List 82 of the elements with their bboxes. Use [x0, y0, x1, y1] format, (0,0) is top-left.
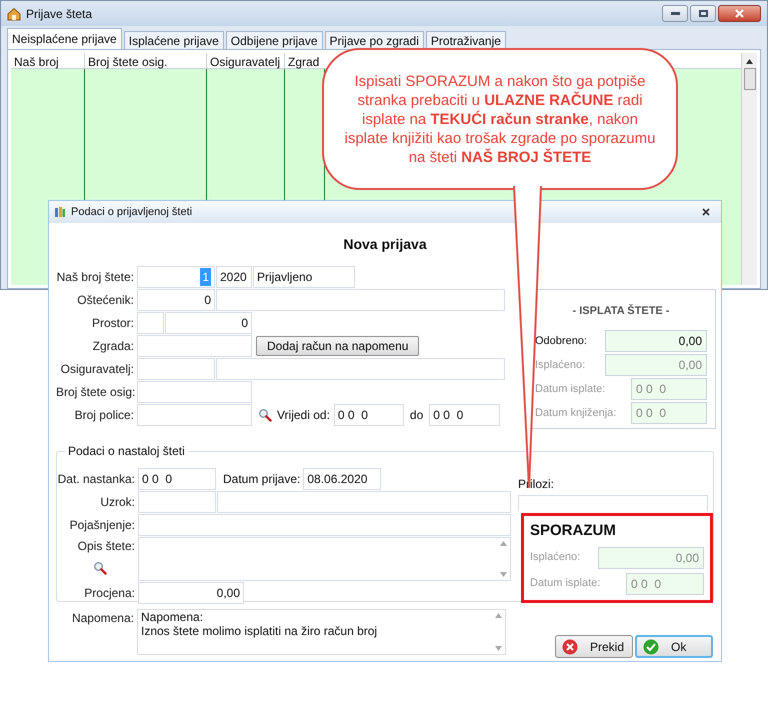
field-label: Isplaćeno:: [530, 550, 580, 566]
input-field[interactable]: 08.06.2020: [303, 468, 382, 490]
scroll-thumb[interactable]: [744, 68, 756, 90]
tab[interactable]: Prijave po zgradi: [324, 31, 424, 49]
input-field[interactable]: [137, 312, 164, 334]
scroll-down-icon[interactable]: [500, 572, 506, 577]
panel-title: - ISPLATA ŠTETE -: [572, 305, 670, 317]
field-label: Uzrok:: [99, 494, 136, 511]
column-header[interactable]: Naš broj: [11, 53, 85, 68]
field-label: Naš broj štete:: [56, 269, 135, 286]
field-label: Pojašnjenje:: [68, 517, 136, 534]
house-icon: [7, 6, 21, 20]
column-header[interactable]: Zgrad: [285, 53, 322, 68]
tab[interactable]: Neisplaćene prijave: [7, 28, 122, 49]
field-label: Datum isplate:: [530, 576, 600, 592]
scrollbar[interactable]: [741, 53, 757, 285]
tab[interactable]: Odbijene prijave: [226, 31, 323, 49]
close-icon: [702, 208, 710, 216]
minimize-button[interactable]: [662, 5, 688, 22]
field-label: Osiguravatelj:: [60, 361, 135, 378]
input-field[interactable]: 0 0 0: [138, 468, 216, 490]
input-field[interactable]: Prijavljeno: [253, 266, 355, 288]
input-field[interactable]: 0,00: [605, 330, 707, 352]
note-text-area[interactable]: Napomena: Iznos štete molimo isplatiti na žiro račun broj: [137, 609, 506, 655]
field-label: Datum prijave:: [223, 471, 300, 488]
column-header[interactable]: Broj štete osig.: [85, 53, 207, 68]
text-area[interactable]: [138, 537, 511, 581]
window-title: Prijave šteta: [26, 6, 92, 22]
field-label: Dat. nastanka:: [57, 471, 136, 488]
callout-text: Ispisati SPORAZUM a nakon što ga potpiše stranka prebaciti u ULAZNE RAČUNE radi isplate na TEKUĆI račun stranke, nakon isplate knjižiti kao trošak zgrade po sporazumu na šteti NAŠ BROJ ŠTETE: [344, 72, 656, 166]
close-icon: [735, 9, 744, 18]
note-line: Napomena:: [141, 610, 204, 624]
scroll-down-icon[interactable]: [494, 646, 502, 651]
input-field[interactable]: 2020: [216, 266, 252, 288]
input-field[interactable]: [216, 358, 505, 380]
input-field[interactable]: [217, 491, 511, 513]
input-field[interactable]: [137, 358, 215, 380]
field-label: Opis štete:: [76, 538, 136, 555]
input-field[interactable]: 0 0 0: [334, 404, 404, 426]
dialog-title: Podaci o prijavljenoj šteti: [71, 204, 192, 220]
close-button[interactable]: [718, 5, 761, 22]
tab[interactable]: Isplaćene prijave: [124, 31, 224, 49]
tab[interactable]: Protraživanje: [426, 31, 506, 49]
maximize-button[interactable]: [690, 5, 716, 22]
scroll-up-icon[interactable]: [745, 57, 754, 66]
ok-button[interactable]: Ok: [635, 635, 713, 658]
field-label: Datum knjiženja:: [535, 406, 616, 421]
field-label: Isplaćeno:: [535, 358, 586, 373]
field-label: Broj police:: [74, 407, 135, 424]
field-label: Datum isplate:: [535, 382, 606, 397]
input-field[interactable]: [138, 514, 511, 536]
agreement-title: SPORAZUM: [530, 521, 617, 541]
search-icon[interactable]: [93, 561, 107, 575]
group-title: Podaci o nastaloj šteti: [68, 444, 185, 458]
cancel-button[interactable]: Prekid: [555, 635, 633, 658]
cancel-icon: [562, 638, 578, 654]
field-label: Broj štete osig:: [56, 384, 136, 401]
field-label: do: [410, 407, 424, 424]
input-field[interactable]: [216, 289, 505, 311]
input-field[interactable]: 0,00: [138, 582, 244, 604]
field-label: Oštećenik:: [76, 292, 135, 309]
check-icon: [643, 638, 659, 654]
input-field[interactable]: [137, 404, 252, 426]
field-label: Odobreno:: [535, 334, 587, 349]
add-invoice-button[interactable]: Dodaj račun na napomenu: [256, 336, 420, 356]
input-field[interactable]: [138, 491, 216, 513]
input-field[interactable]: 0: [165, 312, 252, 334]
field-label: Prostor:: [90, 315, 135, 332]
input-field[interactable]: [137, 335, 252, 357]
form-heading: Nova prijava: [343, 236, 427, 252]
note-line: Iznos štete molimo isplatiti na žiro račun broj: [141, 624, 378, 638]
field-label: Napomena:: [70, 610, 135, 627]
books-icon: [54, 206, 66, 218]
input-field[interactable]: 0 0 0: [429, 404, 500, 426]
field-label: Procjena:: [83, 585, 136, 602]
search-icon[interactable]: [258, 408, 272, 422]
input-field[interactable]: 0: [137, 289, 215, 311]
field-label: Vrijedi od:: [277, 407, 330, 424]
field-label: Zgrada:: [92, 338, 135, 355]
input-field[interactable]: [137, 381, 252, 403]
column-header[interactable]: Osiguravatelj: [207, 53, 285, 68]
attachments-box[interactable]: [518, 495, 708, 511]
